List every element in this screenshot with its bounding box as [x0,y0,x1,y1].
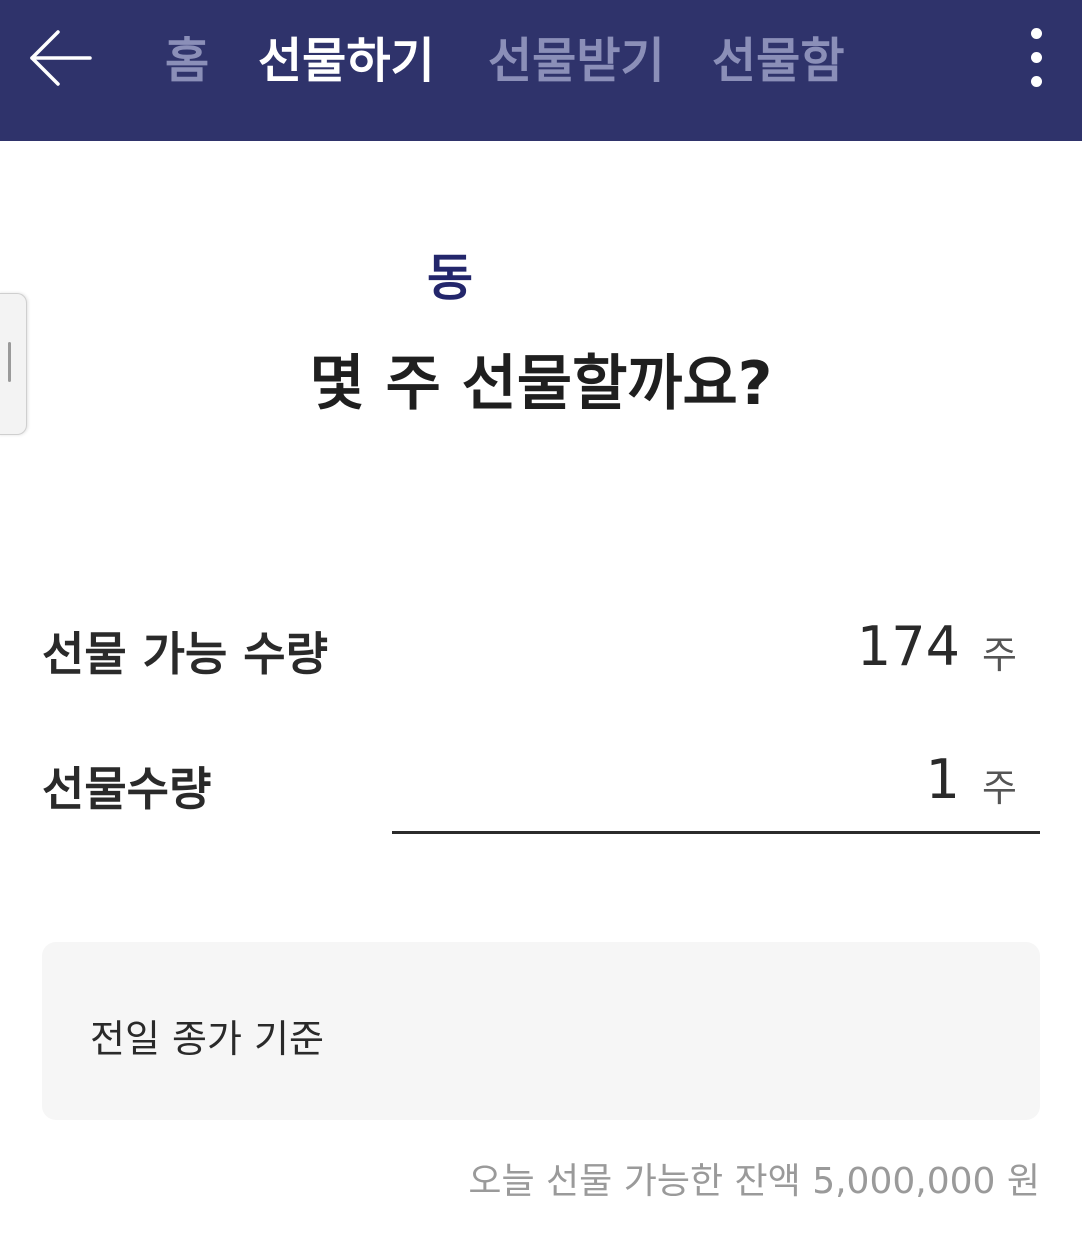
more-icon-dot [1031,52,1042,63]
tab-send-gift[interactable]: 선물하기 [258,26,435,96]
arrow-left-icon [30,30,92,86]
price-basis-box: 전일 종가 기준 [42,942,1040,1120]
gift-quantity-label: 선물수량 [42,762,212,816]
gift-quantity-unit: 주 [982,766,1017,810]
more-options-button[interactable] [1012,18,1062,98]
more-vertical-icon [1031,28,1042,39]
remaining-balance-text: 오늘 선물 가능한 잔액 5,000,000 원 [468,1161,1040,1202]
tab-receive-gift[interactable]: 선물받기 [488,26,665,96]
gift-quantity-screen: 홈 선물하기 선물받기 선물함 동 몇 주 선물할까요? 선물 가능 수량 17… [0,0,1082,1252]
back-button[interactable] [22,20,102,100]
available-quantity-value: 174 [856,615,960,678]
more-icon-dot [1031,76,1042,87]
available-quantity-label: 선물 가능 수량 [42,627,328,681]
tab-home[interactable]: 홈 [165,26,209,96]
top-nav-bar: 홈 선물하기 선물받기 선물함 [0,0,1082,141]
price-basis-text: 전일 종가 기준 [90,1017,324,1061]
available-quantity-unit: 주 [982,633,1017,677]
page-title: 몇 주 선물할까요? [309,349,773,419]
gift-quantity-value: 1 [925,748,960,811]
stock-name: 동 [427,249,473,307]
tab-gift-box[interactable]: 선물함 [712,26,844,96]
